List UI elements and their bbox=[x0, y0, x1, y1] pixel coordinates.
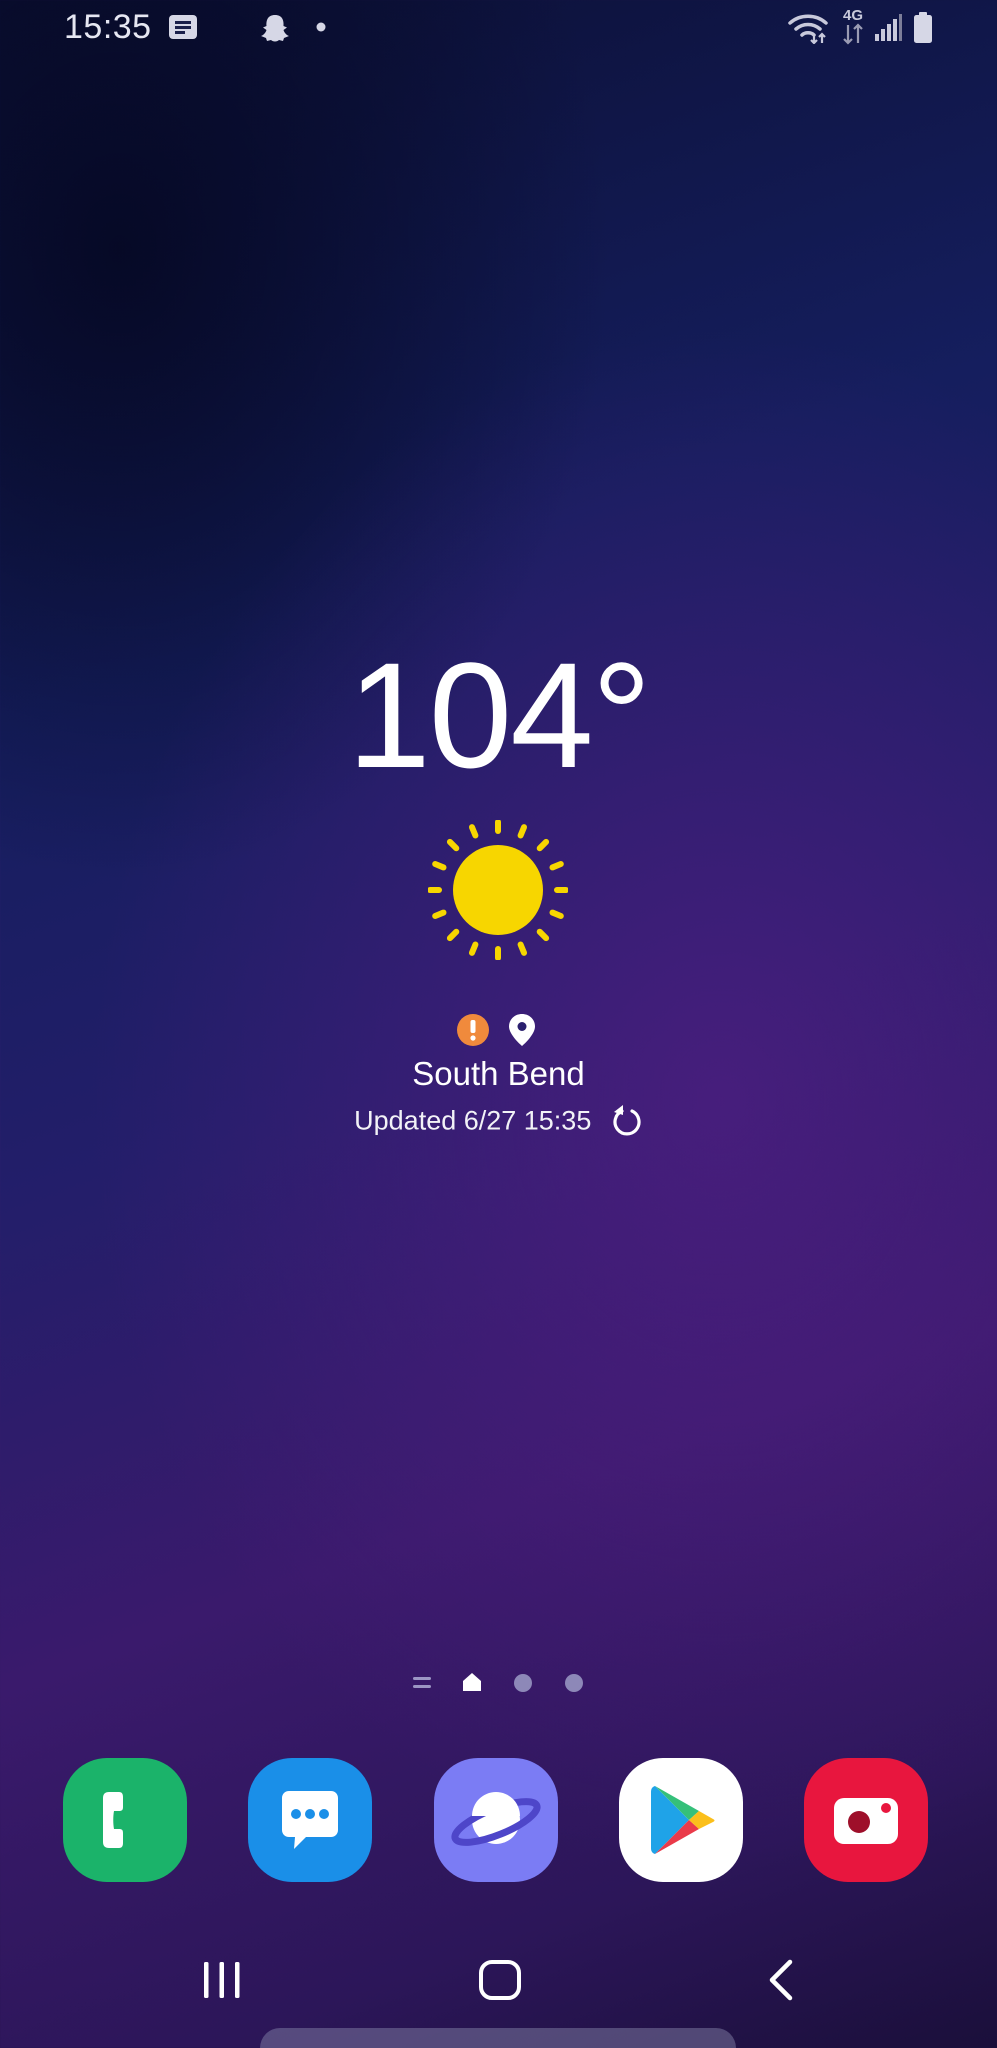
page-dot-indicator[interactable] bbox=[564, 1673, 584, 1698]
back-button[interactable] bbox=[762, 1958, 806, 2007]
messages-app-icon[interactable] bbox=[248, 1758, 372, 1882]
location-name: South Bend bbox=[412, 1055, 585, 1092]
camera-app-icon[interactable] bbox=[804, 1758, 928, 1882]
message-notification-icon bbox=[168, 14, 198, 42]
gesture-handle[interactable] bbox=[260, 2028, 736, 2048]
snapchat-icon bbox=[258, 12, 292, 46]
sun-ray bbox=[536, 838, 550, 852]
updated-row: Updated 6/27 15:35 bbox=[0, 1104, 997, 1137]
wifi-icon bbox=[788, 12, 828, 44]
dot-icon bbox=[316, 22, 326, 32]
network-type-label: 4G bbox=[842, 7, 863, 24]
status-time: 15:35 bbox=[64, 8, 152, 46]
updated-time: Updated 6/27 15:35 bbox=[354, 1105, 592, 1136]
phone-app-icon[interactable] bbox=[63, 1758, 187, 1882]
temperature: 104° bbox=[347, 631, 651, 799]
sun-ray bbox=[549, 860, 564, 871]
sun-ray bbox=[468, 824, 479, 839]
sun-ray bbox=[432, 909, 447, 920]
home-button[interactable] bbox=[478, 1958, 522, 2007]
refresh-icon[interactable] bbox=[611, 1104, 643, 1137]
battery-icon bbox=[913, 12, 933, 44]
page-dot-indicator[interactable] bbox=[513, 1673, 533, 1698]
sun-ray bbox=[432, 860, 447, 871]
weather-status-row bbox=[0, 1013, 997, 1047]
internet-app-icon[interactable] bbox=[434, 1758, 558, 1882]
alert-icon bbox=[457, 1014, 489, 1046]
sun-ray bbox=[536, 928, 550, 942]
sun-ray bbox=[446, 838, 460, 852]
sun-icon bbox=[427, 819, 569, 961]
app-dock bbox=[0, 1758, 997, 1884]
play-store-app-icon[interactable] bbox=[619, 1758, 743, 1882]
page-indicator[interactable] bbox=[0, 1668, 997, 1698]
4g-lte-icon: 4G bbox=[838, 8, 868, 45]
navigation-bar bbox=[0, 1950, 997, 2030]
status-bar: 15:35 4G bbox=[0, 0, 997, 60]
sun-ray bbox=[468, 941, 479, 956]
home-page-indicator-icon[interactable] bbox=[462, 1672, 482, 1697]
sun-ray bbox=[549, 909, 564, 920]
sun-ray bbox=[446, 928, 460, 942]
recents-button[interactable] bbox=[200, 1958, 244, 2007]
sun-ray bbox=[517, 941, 528, 956]
apps-list-indicator-icon[interactable] bbox=[412, 1674, 432, 1697]
location-pin-icon bbox=[509, 1014, 535, 1046]
sun-ray bbox=[517, 824, 528, 839]
signal-icon bbox=[874, 14, 902, 42]
